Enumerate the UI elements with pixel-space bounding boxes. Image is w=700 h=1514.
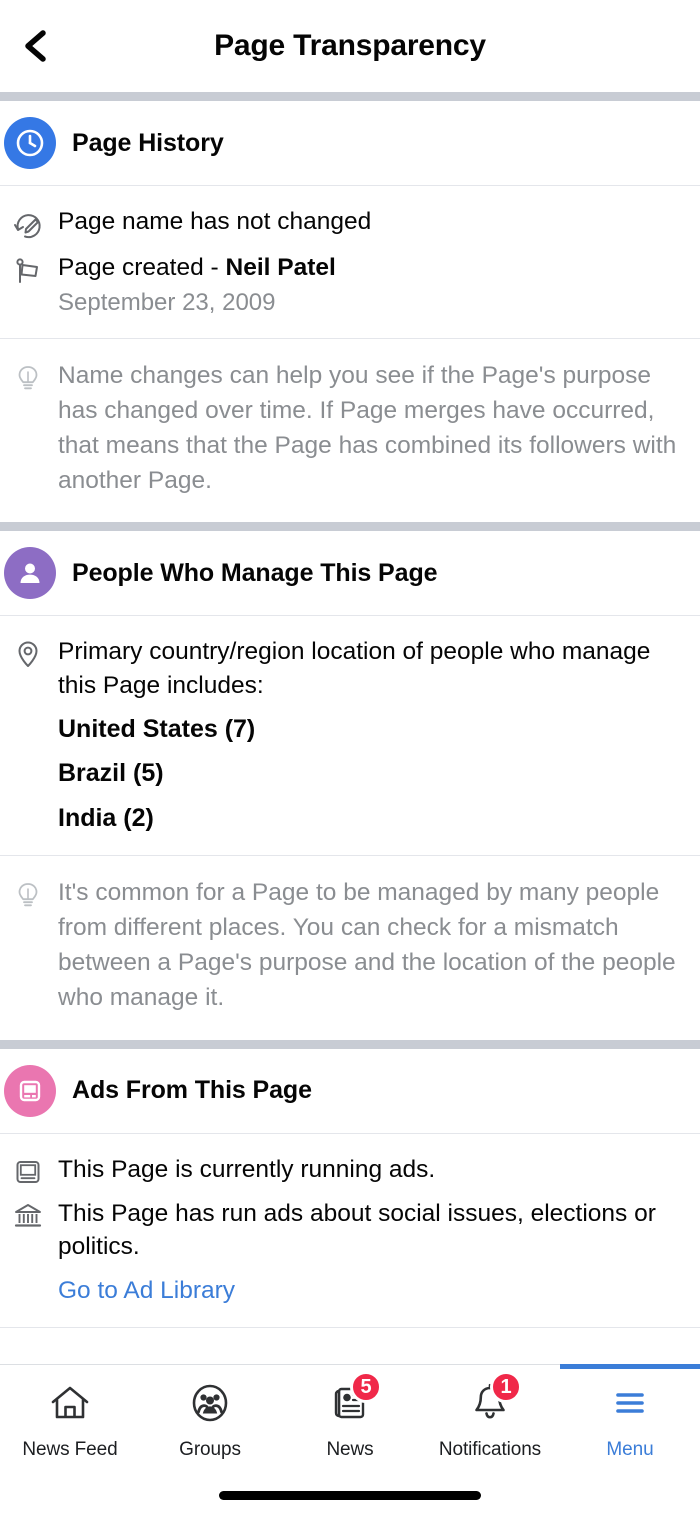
- tab-label: Menu: [606, 1439, 654, 1460]
- nav-header: Page Transparency: [0, 0, 700, 92]
- tab-menu[interactable]: Menu: [560, 1364, 700, 1475]
- tab-groups[interactable]: Groups: [140, 1365, 280, 1475]
- tab-label: News Feed: [22, 1439, 118, 1460]
- person-icon: [4, 547, 56, 600]
- section-title: Ads From This Page: [72, 1076, 312, 1105]
- row-text-prefix: Page created -: [58, 254, 226, 281]
- section-title: People Who Manage This Page: [72, 558, 438, 587]
- row-page-created: Page created - Neil Patel September 23, …: [0, 246, 690, 324]
- content-area: Page History Page name has not changed P…: [0, 101, 700, 1364]
- tab-label: News: [326, 1439, 374, 1460]
- row-currently-running-ads: This Page is currently running ads.: [0, 1148, 690, 1192]
- groups-icon: [187, 1381, 233, 1430]
- go-to-ad-library-link[interactable]: Go to Ad Library: [58, 1274, 235, 1308]
- page-transparency-screen: Page Transparency Page History Page name…: [0, 0, 700, 1514]
- active-tab-indicator: [560, 1364, 700, 1369]
- name-change-icon: [6, 205, 50, 241]
- clock-icon: [4, 117, 56, 169]
- bottom-divider: [0, 1326, 700, 1328]
- bank-icon: [6, 1197, 50, 1231]
- home-icon: [47, 1381, 93, 1430]
- news-badge: 5: [350, 1371, 382, 1403]
- section-separator-band: [0, 522, 700, 532]
- ad-screen-icon: [4, 1064, 56, 1117]
- section-title: Page History: [72, 128, 224, 157]
- row-text: This Page is currently running ads.: [58, 1155, 436, 1183]
- section-header-page-history: Page History: [0, 101, 700, 186]
- page-history-tip: Name changes can help you see if the Pag…: [0, 339, 700, 523]
- back-button[interactable]: [8, 18, 64, 74]
- row-social-issues-ads: This Page has run ads about social issue…: [0, 1192, 690, 1313]
- lightbulb-icon: [6, 359, 50, 394]
- tab-news-feed[interactable]: News Feed: [0, 1365, 140, 1475]
- tab-label: Notifications: [438, 1439, 542, 1460]
- row-page-name-changed: Page name has not changed: [0, 200, 690, 246]
- location-pin-icon: [6, 635, 50, 669]
- section-header-ads-from-this-page: Ads From This Page: [0, 1048, 700, 1134]
- row-text: This Page has run ads about social issue…: [58, 1199, 656, 1261]
- section-separator-band: [0, 1039, 700, 1049]
- primary-location-text: Primary country/region location of peopl…: [58, 638, 651, 700]
- ads-rows: This Page is currently running ads. This…: [0, 1133, 700, 1327]
- tab-news[interactable]: 5 News: [280, 1365, 420, 1475]
- row-text: Page name has not changed: [58, 208, 372, 235]
- notifications-badge: 1: [490, 1371, 522, 1403]
- people-who-manage-rows: Primary country/region location of peopl…: [0, 616, 700, 857]
- tab-label: Groups: [179, 1439, 241, 1460]
- page-title: Page Transparency: [214, 29, 486, 62]
- country-item: Brazil (5): [58, 759, 164, 788]
- hamburger-icon: [607, 1381, 653, 1430]
- flag-icon: [6, 251, 50, 287]
- country-item: United States (7): [58, 714, 256, 743]
- people-who-manage-tip: It's common for a Page to be managed by …: [0, 856, 700, 1040]
- home-indicator: [219, 1491, 481, 1500]
- page-history-rows: Page name has not changed Page created -…: [0, 186, 700, 340]
- monitor-icon: [6, 1153, 50, 1187]
- chevron-left-icon: [21, 29, 51, 63]
- page-created-date: September 23, 2009: [58, 288, 276, 316]
- tip-text: It's common for a Page to be managed by …: [58, 879, 676, 1011]
- page-creator-name: Neil Patel: [225, 254, 336, 281]
- tip-text: Name changes can help you see if the Pag…: [58, 362, 677, 494]
- section-separator-band: [0, 92, 700, 101]
- section-header-people-who-manage: People Who Manage This Page: [0, 531, 700, 617]
- lightbulb-icon: [6, 876, 50, 911]
- tab-notifications[interactable]: 1 Notifications: [420, 1365, 560, 1475]
- row-text: Page created - Neil Patel: [58, 251, 690, 285]
- country-item: India (2): [58, 803, 154, 832]
- row-primary-locations: Primary country/region location of peopl…: [0, 630, 690, 841]
- bottom-tab-bar: News Feed Groups 5 News 1 Notifications …: [0, 1364, 700, 1514]
